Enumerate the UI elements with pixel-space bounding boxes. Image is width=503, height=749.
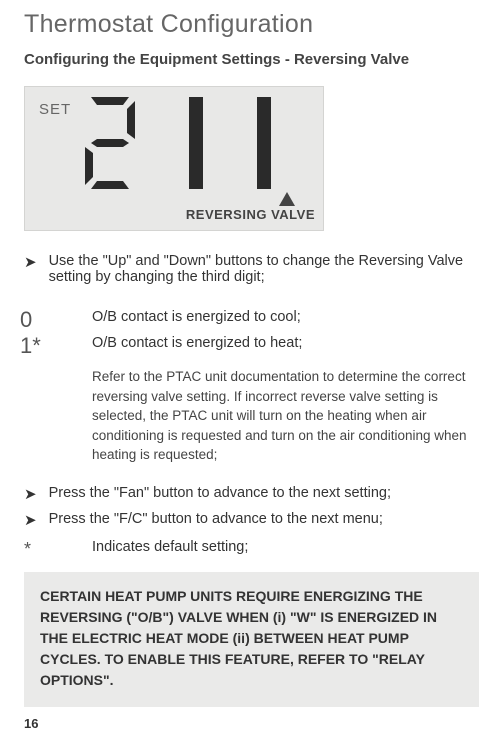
step-text: Press the "F/C" button to advance to the… (49, 511, 383, 529)
note-text: Refer to the PTAC unit documentation to … (92, 367, 479, 465)
step-text: Use the "Up" and "Down" buttons to chang… (49, 253, 479, 285)
lcd-digits (85, 97, 271, 189)
option-desc: O/B contact is energized to heat; (92, 335, 302, 357)
lcd-display: SET REVERSING VALVE (24, 86, 324, 231)
page-title: Thermostat Configuration (24, 10, 479, 39)
bullet-arrow-icon: ➤ (24, 485, 37, 503)
callout-box: CERTAIN HEAT PUMP UNITS REQUIRE ENERGIZI… (24, 572, 479, 707)
lcd-set-label: SET (39, 101, 71, 118)
section-subtitle: Configuring the Equipment Settings - Rev… (24, 51, 479, 68)
page-number: 16 (24, 716, 38, 731)
option-key: 0 (20, 309, 70, 331)
step-text: Press the "Fan" button to advance to the… (49, 485, 391, 503)
option-key: 1* (20, 335, 70, 357)
lcd-bottom-label: REVERSING VALVE (186, 207, 315, 222)
bullet-arrow-icon: ➤ (24, 511, 37, 529)
bullet-arrow-icon: ➤ (24, 253, 37, 285)
asterisk-icon: * (24, 539, 42, 560)
lcd-up-arrow-icon (186, 192, 295, 206)
option-desc: O/B contact is energized to cool; (92, 309, 301, 331)
default-note: Indicates default setting; (92, 539, 248, 560)
